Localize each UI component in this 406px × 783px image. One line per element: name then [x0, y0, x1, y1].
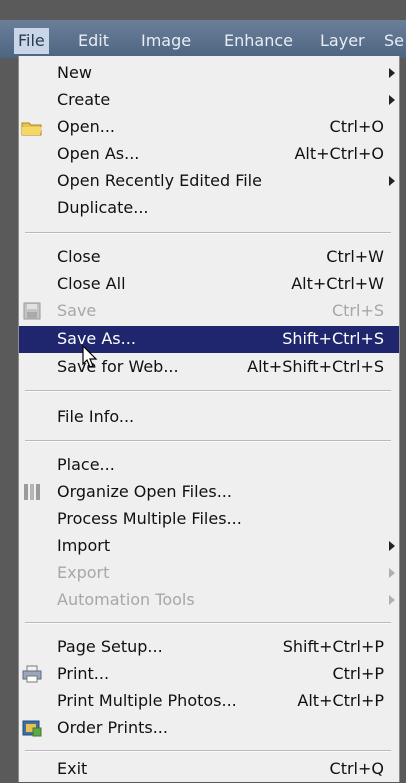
menu-item-label: Page Setup... [57, 637, 163, 656]
menu-item-process-multiple-files[interactable]: Process Multiple Files... [19, 506, 399, 533]
shortcut-text: Ctrl+Q [329, 759, 384, 778]
menu-separator [25, 440, 391, 442]
menu-layer[interactable]: Layer [316, 28, 369, 54]
menu-item-label: Open... [57, 117, 115, 136]
submenu-arrow-icon [389, 176, 395, 186]
menu-item-print[interactable]: Print... Ctrl+P [19, 661, 399, 688]
menu-item-open-as[interactable]: Open As... Alt+Ctrl+O [19, 141, 399, 168]
menu-bar: File Edit Image Enhance Layer Se [0, 20, 406, 58]
menu-item-page-setup[interactable]: Page Setup... Shift+Ctrl+P [19, 634, 399, 661]
shortcut-text: Ctrl+O [329, 117, 384, 136]
menu-separator [25, 750, 391, 752]
menu-item-close-all[interactable]: Close All Alt+Ctrl+W [19, 271, 399, 298]
submenu-arrow-icon [389, 595, 395, 605]
printer-icon [22, 665, 42, 683]
menu-file[interactable]: File [14, 28, 49, 54]
shortcut-text: Ctrl+S [331, 301, 384, 320]
menu-item-label: File Info... [57, 407, 135, 426]
menu-item-open-recent[interactable]: Open Recently Edited File [19, 168, 399, 195]
menu-item-label: Process Multiple Files... [57, 509, 242, 528]
menu-item-save[interactable]: Save Ctrl+S [19, 298, 399, 325]
menu-item-export[interactable]: Export [19, 560, 399, 587]
menu-item-place[interactable]: Place... [19, 452, 399, 479]
menu-item-create[interactable]: Create [19, 87, 399, 114]
shortcut-text: Shift+Ctrl+S [282, 329, 384, 348]
organize-files-icon [24, 484, 40, 500]
menu-item-label: Print Multiple Photos... [57, 691, 237, 710]
menu-item-save-for-web[interactable]: Save for Web... Alt+Shift+Ctrl+S [19, 354, 399, 381]
shortcut-text: Alt+Shift+Ctrl+S [247, 357, 384, 376]
menu-enhance[interactable]: Enhance [220, 28, 297, 54]
mouse-pointer-icon [82, 345, 98, 368]
menu-item-new[interactable]: New [19, 60, 399, 87]
menu-item-print-multiple-photos[interactable]: Print Multiple Photos... Alt+Ctrl+P [19, 688, 399, 715]
menu-item-organize-open-files[interactable]: Organize Open Files... [19, 479, 399, 506]
submenu-arrow-icon [389, 68, 395, 78]
menu-select-partial[interactable]: Se [380, 28, 406, 54]
menu-item-order-prints[interactable]: Order Prints... [19, 715, 399, 742]
menu-separator [25, 622, 391, 624]
menu-item-close[interactable]: Close Ctrl+W [19, 244, 399, 271]
menu-item-label: Save for Web... [57, 357, 179, 376]
menu-edit[interactable]: Edit [74, 28, 113, 54]
shortcut-text: Alt+Ctrl+O [294, 144, 384, 163]
menu-item-label: Exit [57, 759, 88, 778]
shortcut-text: Ctrl+P [332, 664, 384, 683]
menu-item-label: Organize Open Files... [57, 482, 232, 501]
submenu-arrow-icon [389, 95, 395, 105]
menu-item-label: Automation Tools [57, 590, 195, 609]
shortcut-text: Shift+Ctrl+P [282, 637, 384, 656]
menu-item-duplicate[interactable]: Duplicate... [19, 195, 399, 222]
menu-item-automation-tools[interactable]: Automation Tools [19, 587, 399, 614]
menu-item-label: Save [57, 301, 97, 320]
menu-item-label: New [57, 63, 92, 82]
menu-item-open[interactable]: Open... Ctrl+O [19, 114, 399, 141]
menu-item-label: Open As... [57, 144, 140, 163]
menu-item-label: Create [57, 90, 111, 109]
menu-item-import[interactable]: Import [19, 533, 399, 560]
menu-item-label: Duplicate... [57, 198, 149, 217]
submenu-arrow-icon [389, 568, 395, 578]
menu-item-label: Place... [57, 455, 115, 474]
menu-item-label: Print... [57, 664, 110, 683]
menu-item-label: Import [57, 536, 111, 555]
menu-item-exit[interactable]: Exit Ctrl+Q [19, 756, 399, 783]
menu-item-label: Export [57, 563, 110, 582]
submenu-arrow-icon [389, 541, 395, 551]
order-prints-icon [22, 720, 42, 737]
menu-item-label: Open Recently Edited File [57, 171, 262, 190]
menu-item-label: Close [57, 247, 101, 266]
menu-item-save-as[interactable]: Save As... Shift+Ctrl+S [19, 326, 399, 353]
shortcut-text: Alt+Ctrl+W [291, 274, 384, 293]
shortcut-text: Ctrl+W [326, 247, 384, 266]
shortcut-text: Alt+Ctrl+P [297, 691, 384, 710]
folder-icon [21, 122, 42, 136]
file-menu-dropdown: New Create Open... Ctrl+O Open As... Alt… [18, 56, 400, 782]
menu-item-label: Order Prints... [57, 718, 168, 737]
menu-image[interactable]: Image [137, 28, 195, 54]
menu-item-file-info[interactable]: File Info... [19, 404, 399, 431]
menu-separator [25, 390, 391, 392]
floppy-disk-icon [23, 302, 41, 320]
menu-separator [25, 232, 391, 234]
menu-item-label: Close All [57, 274, 126, 293]
